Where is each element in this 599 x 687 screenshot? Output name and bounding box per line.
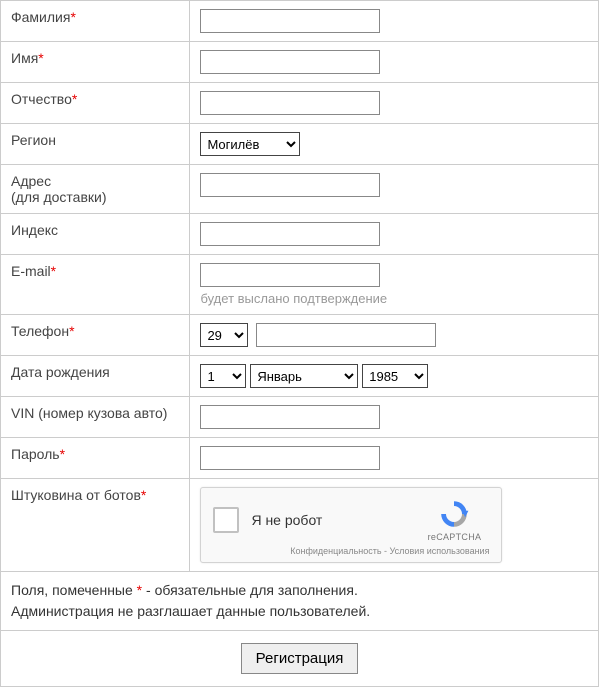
lastname-label-cell: Фамилия* — [1, 1, 190, 42]
recaptcha-privacy-link[interactable]: Конфиденциальность — [290, 546, 381, 556]
lastname-label: Фамилия — [11, 9, 70, 25]
recaptcha-terms-link[interactable]: Условия использования — [390, 546, 490, 556]
email-input-cell: будет выслано подтверждение — [190, 255, 599, 315]
row-dob: Дата рождения 1 Январь 1985 — [1, 356, 599, 397]
phone-input-cell: 29 — [190, 315, 599, 356]
row-address: Адрес (для доставки) — [1, 165, 599, 214]
row-phone: Телефон* 29 — [1, 315, 599, 356]
region-input-cell: Могилёв — [190, 124, 599, 165]
required-mark: * — [51, 263, 56, 279]
postcode-input[interactable] — [200, 222, 380, 246]
row-captcha: Штуковина от ботов* Я не робот — [1, 479, 599, 572]
email-input[interactable] — [200, 263, 380, 287]
postcode-label-cell: Индекс — [1, 214, 190, 255]
address-input[interactable] — [200, 173, 380, 197]
footer-line2: Администрация не разглашает данные польз… — [11, 603, 370, 619]
recaptcha-label: Я не робот — [251, 512, 322, 528]
required-mark: * — [70, 9, 75, 25]
dob-month-select[interactable]: Январь — [250, 364, 358, 388]
captcha-label: Штуковина от ботов — [11, 487, 141, 503]
password-input-cell — [190, 438, 599, 479]
captcha-input-cell: Я не робот reCAPTCHA — [190, 479, 599, 572]
required-mark: * — [69, 323, 74, 339]
password-label-cell: Пароль* — [1, 438, 190, 479]
firstname-input-cell — [190, 42, 599, 83]
row-password: Пароль* — [1, 438, 599, 479]
row-patronymic: Отчество* — [1, 83, 599, 124]
row-postcode: Индекс — [1, 214, 599, 255]
phone-code-select[interactable]: 29 — [200, 323, 248, 347]
email-label: E-mail — [11, 263, 51, 279]
captcha-label-cell: Штуковина от ботов* — [1, 479, 190, 572]
patronymic-label: Отчество — [11, 91, 72, 107]
row-firstname: Имя* — [1, 42, 599, 83]
patronymic-input[interactable] — [200, 91, 380, 115]
address-label: Адрес — [11, 173, 51, 189]
vin-input[interactable] — [200, 405, 380, 429]
recaptcha-right: reCAPTCHA — [419, 498, 489, 542]
row-email: E-mail* будет выслано подтверждение — [1, 255, 599, 315]
region-select[interactable]: Могилёв — [200, 132, 300, 156]
row-region: Регион Могилёв — [1, 124, 599, 165]
required-mark: * — [38, 50, 43, 66]
lastname-input[interactable] — [200, 9, 380, 33]
vin-input-cell — [190, 397, 599, 438]
footer-line1-suffix: - обязательные для заполнения. — [142, 582, 358, 598]
address-input-cell — [190, 165, 599, 214]
region-label: Регион — [11, 132, 56, 148]
dob-day-select[interactable]: 1 — [200, 364, 246, 388]
dob-label-cell: Дата рождения — [1, 356, 190, 397]
recaptcha-left: Я не робот — [213, 507, 322, 533]
firstname-label-cell: Имя* — [1, 42, 190, 83]
recaptcha-checkbox[interactable] — [213, 507, 239, 533]
row-footer-note: Поля, помеченные * - обязательные для за… — [1, 572, 599, 631]
region-label-cell: Регион — [1, 124, 190, 165]
recaptcha-separator: - — [382, 546, 390, 556]
address-sublabel: (для доставки) — [11, 189, 107, 205]
recaptcha-footer-links: Конфиденциальность - Условия использован… — [213, 546, 489, 556]
vin-label-cell: VIN (номер кузова авто) — [1, 397, 190, 438]
phone-number-input[interactable] — [256, 323, 436, 347]
patronymic-input-cell — [190, 83, 599, 124]
required-mark: * — [141, 487, 146, 503]
recaptcha-main: Я не робот reCAPTCHA — [213, 498, 489, 542]
submit-cell: Регистрация — [1, 631, 599, 687]
firstname-input[interactable] — [200, 50, 380, 74]
row-submit: Регистрация — [1, 631, 599, 687]
phone-label: Телефон — [11, 323, 69, 339]
required-mark: * — [72, 91, 77, 107]
footer-note-cell: Поля, помеченные * - обязательные для за… — [1, 572, 599, 631]
required-mark: * — [60, 446, 65, 462]
registration-form: Фамилия* Имя* Отчество* Регион Могилёв — [0, 0, 599, 687]
row-lastname: Фамилия* — [1, 1, 599, 42]
postcode-input-cell — [190, 214, 599, 255]
dob-year-select[interactable]: 1985 — [362, 364, 428, 388]
recaptcha-brand: reCAPTCHA — [419, 532, 489, 542]
dob-input-cell: 1 Январь 1985 — [190, 356, 599, 397]
recaptcha-logo-icon — [438, 498, 470, 530]
email-label-cell: E-mail* — [1, 255, 190, 315]
row-vin: VIN (номер кузова авто) — [1, 397, 599, 438]
password-input[interactable] — [200, 446, 380, 470]
email-hint: будет выслано подтверждение — [200, 291, 588, 306]
firstname-label: Имя — [11, 50, 38, 66]
address-label-cell: Адрес (для доставки) — [1, 165, 190, 214]
lastname-input-cell — [190, 1, 599, 42]
dob-label: Дата рождения — [11, 364, 110, 380]
phone-label-cell: Телефон* — [1, 315, 190, 356]
postcode-label: Индекс — [11, 222, 58, 238]
footer-line1-prefix: Поля, помеченные — [11, 582, 137, 598]
submit-button[interactable]: Регистрация — [241, 643, 359, 674]
patronymic-label-cell: Отчество* — [1, 83, 190, 124]
recaptcha-widget: Я не робот reCAPTCHA — [200, 487, 502, 563]
vin-label: VIN (номер кузова авто) — [11, 405, 167, 421]
password-label: Пароль — [11, 446, 60, 462]
